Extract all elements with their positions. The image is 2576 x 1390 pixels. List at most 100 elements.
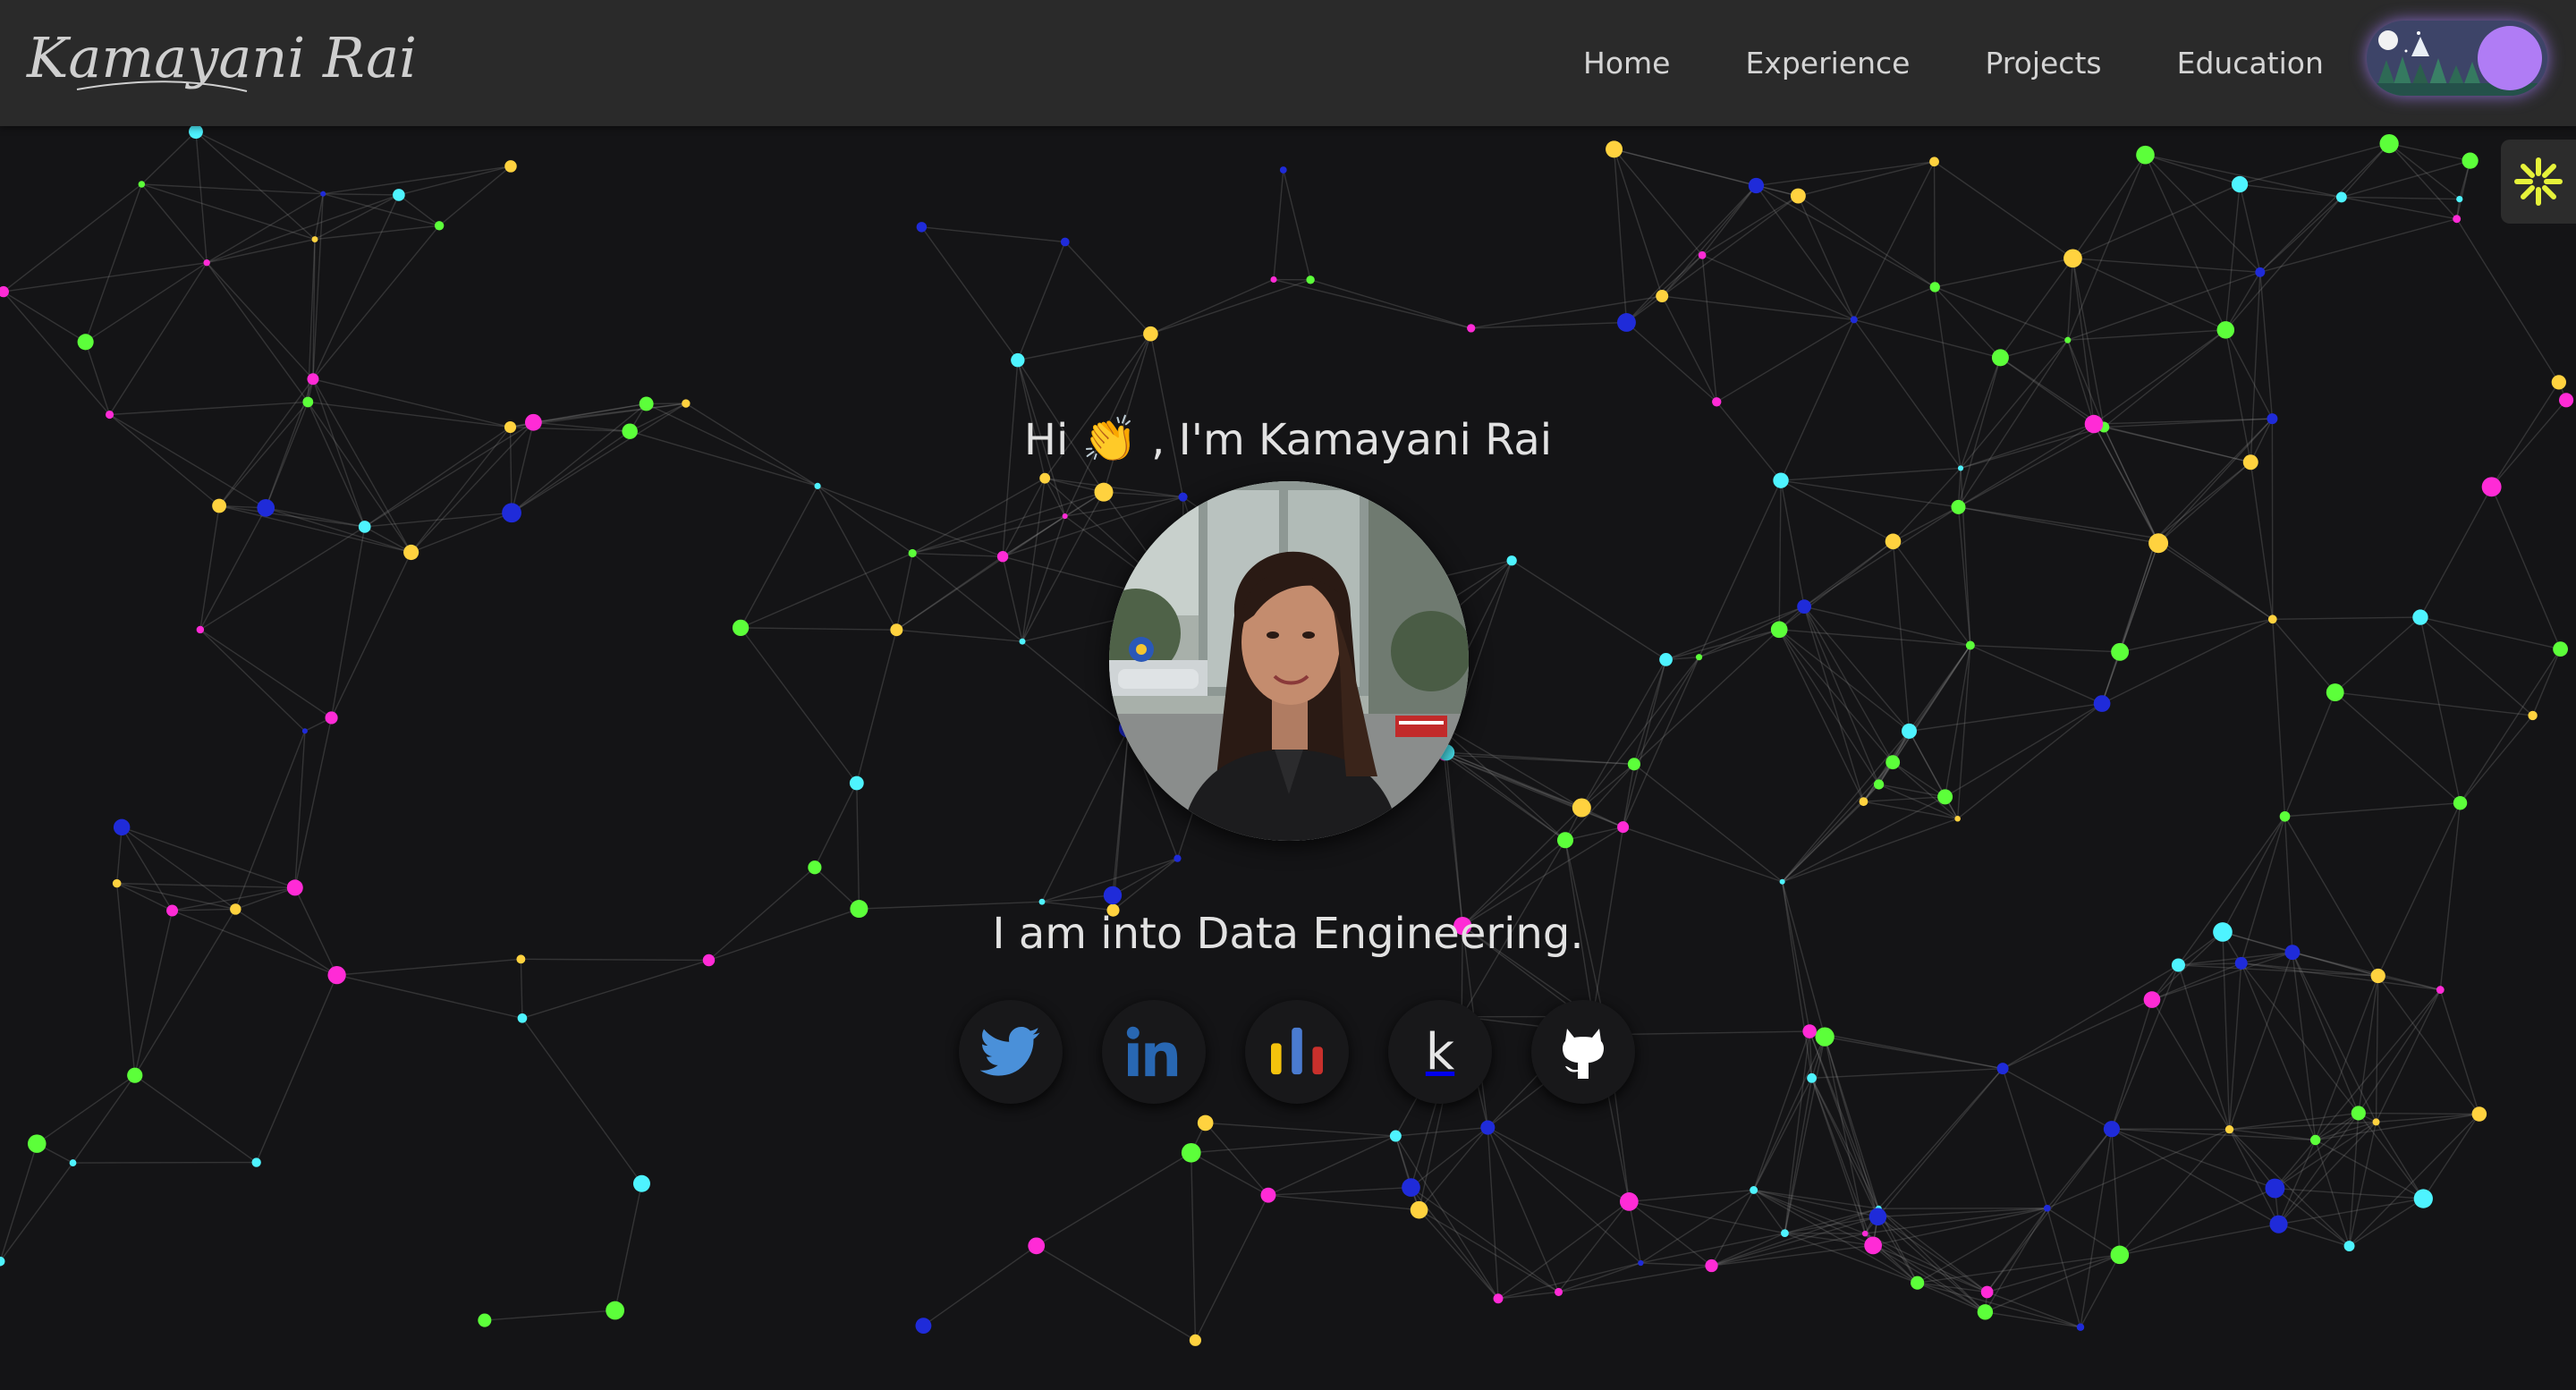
network-node [1957,465,1964,471]
network-node [2076,1323,2085,1331]
nav-link-home[interactable]: Home [1583,46,1670,81]
network-node [1389,1130,1402,1142]
network-node [1493,1293,1504,1304]
network-node [2111,642,2130,661]
network-node [2412,609,2428,625]
greeting-name: , I'm Kamayani Rai [1151,415,1553,465]
network-node [434,221,445,231]
network-node [302,396,314,408]
network-node [1480,1120,1496,1135]
network-node [311,236,318,243]
github-link[interactable] [1531,1000,1635,1104]
network-node [1954,815,1961,822]
nav-links: Home Experience Projects Education [1583,0,2324,126]
network-node [1807,1072,1817,1083]
network-node [1980,1285,1994,1299]
network-node [1506,555,1517,566]
network-node [212,498,227,513]
network-node [814,482,821,489]
network-node [2462,152,2479,169]
network-node [639,396,654,411]
network-node [2224,1124,2234,1134]
data-viz-link[interactable] [1245,1000,1349,1104]
network-node [196,625,205,634]
nav-link-experience[interactable]: Experience [1745,46,1910,81]
clapping-hands-icon: 👏 [1081,413,1138,465]
network-node [1554,1287,1563,1296]
network-node [2171,958,2185,972]
kaggle-link[interactable]: k [1388,1000,1492,1104]
profile-avatar [1109,481,1469,841]
network-node [2553,641,2568,657]
network-node [1656,290,1669,303]
network-node [325,711,338,725]
network-node [1781,1229,1789,1238]
network-node [1039,472,1051,484]
network-node [2481,477,2502,497]
network-node [112,878,122,888]
network-node [77,334,94,351]
nav-link-education[interactable]: Education [2177,46,2324,81]
network-node [2269,1215,2288,1233]
network-node [996,551,1009,563]
network-node [2351,1106,2366,1121]
network-node [2335,191,2347,203]
network-node [1991,349,2009,367]
network-node [1189,1334,1201,1346]
network-node [2136,145,2155,165]
network-node [2255,267,2266,277]
network-node [307,373,319,386]
network-node [2216,321,2235,339]
network-node [189,124,203,140]
network-node [1902,723,1918,739]
network-node [1060,237,1070,247]
network-node [1859,797,1868,807]
network-node [1698,250,1707,259]
network-node [1094,482,1114,502]
brand-signature-logo[interactable]: Kamayani Rai [23,16,426,110]
sparkle-icon [2514,157,2563,206]
network-node [1850,316,1858,324]
network-node [1911,1276,1925,1290]
network-node [849,776,864,791]
side-settings-widget[interactable] [2501,140,2576,224]
theme-toggle-switch[interactable] [2367,21,2547,96]
network-node [1770,621,1788,639]
network-node [2343,1241,2355,1252]
network-node [504,160,517,173]
network-node [1748,177,1765,194]
network-node [908,548,917,558]
network-node [1885,533,1902,550]
network-node [1861,1230,1868,1237]
portfolio-page: Kamayani Rai Home Experience Projects Ed… [0,0,2576,1390]
network-node [2231,175,2249,193]
network-node [1103,886,1123,905]
network-node [2267,614,2277,624]
github-octocat-icon [1563,1029,1604,1079]
linkedin-link[interactable] [1102,1000,1206,1104]
network-node [1467,324,1476,333]
network-node [1815,1027,1835,1047]
network-node [1712,397,1722,407]
network-node [890,623,903,637]
network-node [1750,1186,1758,1194]
network-node [916,222,928,233]
network-node [478,1313,492,1327]
network-node [2370,968,2385,984]
profile-photo [1109,481,1469,841]
network-node [502,503,521,523]
social-links: k [959,1000,1635,1104]
network-node [1868,1208,1887,1226]
twitter-link[interactable] [959,1000,1063,1104]
network-node [1556,832,1574,849]
network-node [632,1174,650,1192]
network-node [1270,275,1277,284]
toggle-knob [2478,26,2542,90]
nav-link-projects[interactable]: Projects [1985,46,2101,81]
network-node [1951,499,1966,514]
network-node [1606,140,1623,158]
network-node [2372,1118,2380,1126]
network-node [1790,188,1806,204]
network-node [1028,1237,1046,1255]
network-node [1197,1115,1214,1131]
